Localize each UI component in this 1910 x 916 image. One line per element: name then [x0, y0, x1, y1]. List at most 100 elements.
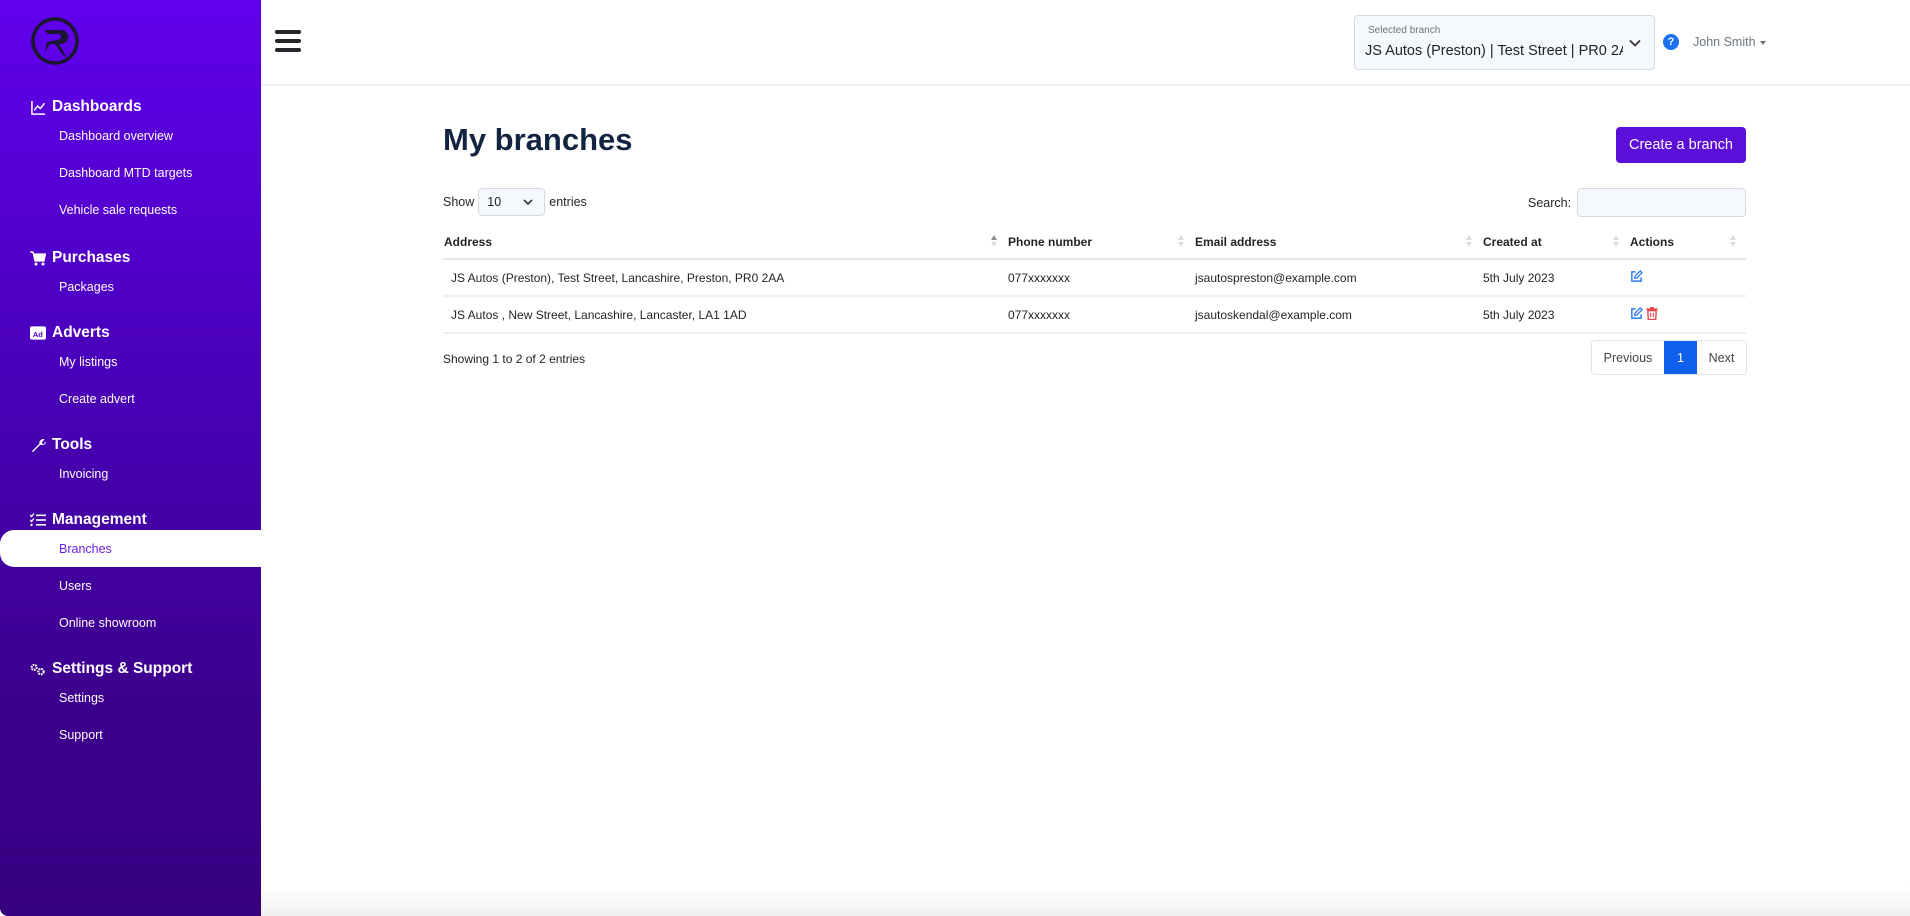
column-header-label: Address: [444, 234, 493, 249]
table-info: Showing 1 to 2 of 2 entries: [443, 352, 586, 366]
wrench-icon: [30, 437, 46, 453]
sidebar-group-label: Management: [52, 511, 147, 528]
cell-email: jsautospreston@example.com: [1194, 259, 1482, 297]
sidebar-group-dashboards: Dashboards: [30, 98, 142, 116]
sidebar-item-label: Settings: [59, 690, 105, 705]
sidebar-item-label: My listings: [59, 354, 118, 369]
sidebar-group-tools: Tools: [30, 436, 92, 454]
sort-icon: [1466, 235, 1472, 247]
cell-phone: 077xxxxxxx: [1007, 259, 1194, 297]
next-page-button[interactable]: Next: [1697, 341, 1746, 374]
column-header-label: Actions: [1630, 234, 1675, 249]
sidebar-item-users[interactable]: Users: [0, 567, 261, 604]
sidebar-item-label: Users: [59, 578, 92, 593]
column-header-email-address[interactable]: Email address: [1194, 225, 1482, 260]
sidebar-item-online-showroom[interactable]: Online showroom: [0, 604, 261, 641]
ad-icon: Ad: [30, 325, 46, 341]
branch-selector-value: JS Autos (Preston) | Test Street | PR0 2…: [1365, 43, 1623, 59]
column-header-label: Phone number: [1008, 234, 1093, 249]
page-length-value: 10: [487, 195, 502, 209]
user-name: John Smith: [1693, 35, 1756, 49]
sidebar-item-dashboard-mtd-targets[interactable]: Dashboard MTD targets: [0, 154, 261, 191]
delete-icon[interactable]: [1646, 306, 1658, 323]
sidebar-item-label: Vehicle sale requests: [59, 202, 178, 217]
cell-actions: [1629, 259, 1746, 297]
column-header-address[interactable]: Address: [443, 225, 1007, 260]
list-check-icon: [30, 512, 46, 528]
page-1-button[interactable]: 1: [1664, 341, 1697, 374]
sidebar-item-dashboard-overview[interactable]: Dashboard overview: [0, 117, 261, 154]
svg-text:Ad: Ad: [33, 330, 43, 339]
sidebar-item-support[interactable]: Support: [0, 716, 261, 753]
sidebar-item-invoicing[interactable]: Invoicing: [0, 455, 261, 492]
sidebar-group-label: Purchases: [52, 249, 131, 266]
chevron-down-icon: [1629, 39, 1641, 47]
sidebar-item-my-listings[interactable]: My listings: [0, 343, 261, 380]
sort-icon: [1613, 235, 1619, 247]
sidebar-group-label: Adverts: [52, 324, 110, 341]
sort-icon: [1178, 235, 1184, 247]
brand-logo-icon[interactable]: [30, 16, 80, 66]
cell-actions: [1629, 296, 1746, 334]
sidebar-item-packages[interactable]: Packages: [0, 268, 261, 305]
table-header-row: Address Phone number Email address Created …: [443, 225, 1746, 260]
chevron-down-icon: [523, 199, 533, 206]
sidebar-group-purchases: Purchases: [30, 249, 130, 267]
sidebar-item-vehicle-sale-requests[interactable]: Vehicle sale requests: [0, 191, 261, 228]
user-menu[interactable]: John Smith: [1693, 35, 1766, 49]
gears-icon: [30, 661, 46, 677]
menu-toggle-icon[interactable]: [275, 30, 301, 52]
search-input[interactable]: [1577, 188, 1747, 217]
previous-page-button[interactable]: Previous: [1592, 341, 1664, 374]
cell-created: 5th July 2023: [1482, 259, 1629, 297]
sidebar-group-label: Settings & Support: [52, 660, 193, 677]
column-header-label: Created at: [1483, 234, 1542, 249]
sidebar-item-label: Dashboard MTD targets: [59, 165, 193, 180]
sidebar-item-settings[interactable]: Settings: [0, 679, 261, 716]
search-label: Search:: [1528, 195, 1572, 210]
sidebar-group-management: Management: [30, 511, 147, 529]
sidebar-group-settings-support: Settings & Support: [30, 660, 192, 678]
entries-label: entries: [549, 195, 587, 209]
column-header-label: Email address: [1195, 234, 1277, 249]
column-header-actions[interactable]: Actions: [1629, 225, 1746, 260]
help-icon[interactable]: ?: [1663, 34, 1679, 50]
sidebar-item-branches[interactable]: Branches: [0, 530, 261, 567]
sidebar-item-label: Packages: [59, 279, 114, 294]
sidebar-group-adverts: Ad Adverts: [30, 324, 110, 342]
cell-phone: 077xxxxxxx: [1007, 296, 1194, 334]
sidebar: Dashboards Dashboard overview Dashboard MT…: [0, 0, 261, 916]
show-label: Show: [443, 195, 475, 209]
sort-icon: [1730, 235, 1736, 247]
branch-selector[interactable]: Selected branch JS Autos (Preston) | Tes…: [1354, 15, 1655, 70]
cell-created: 5th July 2023: [1482, 296, 1629, 334]
cart-icon: [30, 250, 46, 266]
sidebar-item-label: Support: [59, 727, 103, 742]
sidebar-group-label: Tools: [52, 436, 93, 453]
table-row: JS Autos , New Street, Lancashire, Lanca…: [443, 296, 1746, 334]
create-branch-button[interactable]: Create a branch: [1616, 127, 1746, 163]
chart-line-icon: [30, 99, 46, 115]
cell-email: jsautoskendal@example.com: [1194, 296, 1482, 334]
page-length-control: Show 10 entries: [443, 188, 587, 216]
sort-icon: [991, 235, 997, 247]
page-length-select[interactable]: 10: [478, 188, 546, 216]
caret-down-icon: [1759, 40, 1766, 45]
pagination: Previous 1 Next: [1591, 340, 1747, 375]
sidebar-item-label: Dashboard overview: [59, 128, 173, 143]
edit-icon[interactable]: [1630, 269, 1643, 286]
branch-selector-label: Selected branch: [1368, 25, 1441, 36]
cell-address: JS Autos , New Street, Lancashire, Lanca…: [443, 296, 1007, 334]
table-search: Search:: [1528, 188, 1747, 217]
sidebar-item-label: Invoicing: [59, 466, 109, 481]
column-header-phone-number[interactable]: Phone number: [1007, 225, 1194, 260]
sidebar-item-create-advert[interactable]: Create advert: [0, 380, 261, 417]
sidebar-item-label: Online showroom: [59, 615, 157, 630]
sidebar-item-label: Branches: [59, 541, 112, 556]
column-header-created-at[interactable]: Created at: [1482, 225, 1629, 260]
page-title: My branches: [443, 122, 633, 157]
edit-icon[interactable]: [1630, 306, 1643, 323]
sidebar-group-label: Dashboards: [52, 98, 142, 115]
sidebar-item-label: Create advert: [59, 391, 135, 406]
cell-address: JS Autos (Preston), Test Street, Lancash…: [443, 259, 1007, 297]
